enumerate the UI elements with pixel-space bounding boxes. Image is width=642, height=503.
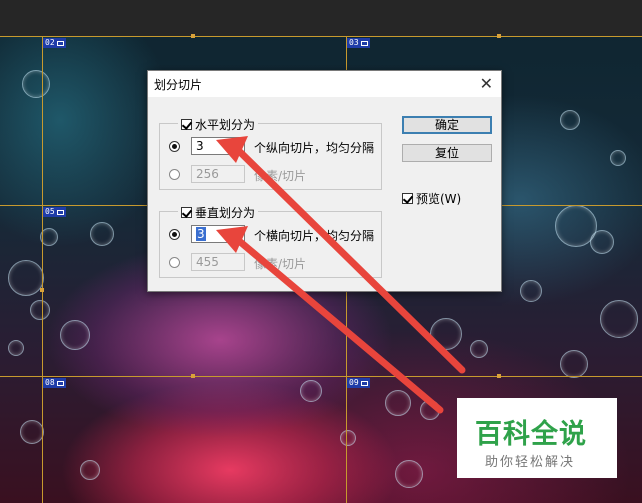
annotation-arrow-line	[234, 236, 444, 414]
watermark-main-text: 百科全说	[475, 419, 587, 450]
watermark-logo: 百科全说 助你轻松解决	[457, 398, 617, 478]
watermark-sub-text: 助你轻松解决	[485, 455, 576, 470]
